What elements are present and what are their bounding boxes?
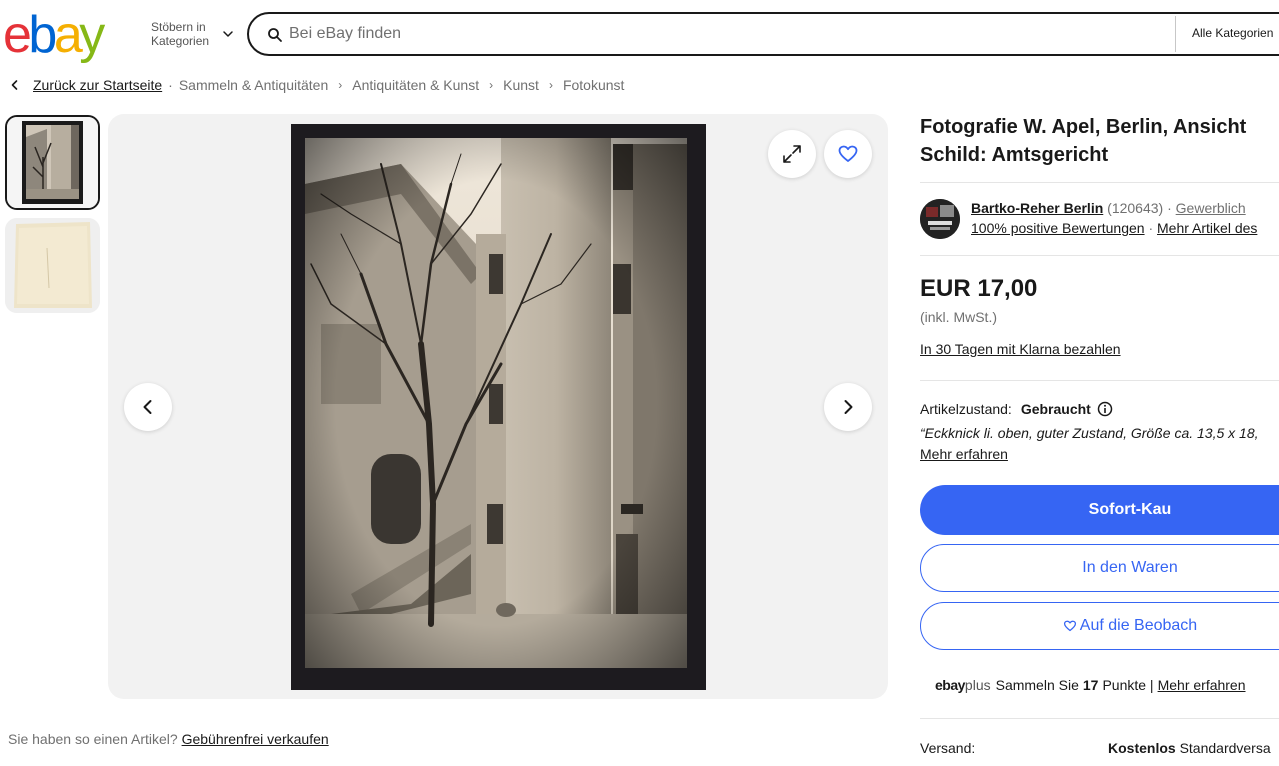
ebay-plus-row: ebay plus Sammeln Sie 17 Punkte | Mehr er… bbox=[935, 677, 1246, 693]
condition-row: Artikelzustand: Gebraucht bbox=[920, 401, 1113, 417]
thumbnail-image bbox=[7, 117, 98, 208]
shipping-value: Kostenlos Standardversa bbox=[1108, 740, 1271, 756]
chevron-down-icon[interactable] bbox=[222, 28, 234, 40]
chevron-right-icon: › bbox=[338, 78, 343, 92]
expand-icon bbox=[783, 145, 801, 163]
seller-links: 100% positive Bewertungen · Mehr Artikel… bbox=[971, 220, 1257, 236]
chevron-left-icon bbox=[143, 400, 152, 414]
ebay-plus-brand-plus: plus bbox=[964, 677, 991, 693]
condition-label: Artikelzustand: bbox=[920, 401, 1012, 417]
divider bbox=[920, 718, 1279, 719]
breadcrumb-back-link[interactable]: Zurück zur Startseite bbox=[33, 77, 162, 93]
shipping-method: Standardversa bbox=[1179, 740, 1271, 756]
seller-avatar[interactable] bbox=[920, 199, 960, 239]
divider bbox=[920, 255, 1279, 256]
ebay-plus-text-before: Sammeln Sie bbox=[995, 677, 1079, 693]
breadcrumb-item-kunst[interactable]: Kunst bbox=[503, 77, 539, 93]
condition-value: Gebraucht bbox=[1020, 401, 1091, 417]
ebay-logo[interactable]: ebay bbox=[3, 6, 105, 64]
seller-info: Bartko-Reher Berlin (120643) · Gewerblic… bbox=[971, 200, 1246, 216]
search-icon bbox=[268, 28, 282, 42]
condition-more-link[interactable]: Mehr erfahren bbox=[920, 446, 1008, 462]
ebay-plus-text-after: Punkte | bbox=[1102, 677, 1154, 693]
chevron-left-icon[interactable] bbox=[8, 78, 22, 92]
main-photo bbox=[291, 124, 706, 690]
main-image-viewer[interactable] bbox=[108, 114, 888, 699]
breadcrumb-item-fotokunst[interactable]: Fotokunst bbox=[563, 77, 624, 93]
seller-type-link[interactable]: Gewerblich bbox=[1176, 200, 1246, 216]
site-header: ebay Stöbern in Kategorien Alle Kategori… bbox=[0, 0, 1279, 68]
category-select[interactable]: Alle Kategorien bbox=[1192, 26, 1273, 40]
sell-prompt: Sie haben so einen Artikel? Gebührenfrei… bbox=[8, 731, 329, 747]
heart-icon bbox=[838, 145, 858, 162]
browse-label-line2: Kategorien bbox=[151, 34, 210, 48]
breadcrumb-dot: · bbox=[168, 77, 173, 93]
info-icon[interactable] bbox=[1097, 401, 1113, 417]
logo-letter-e: e bbox=[3, 6, 32, 64]
add-to-cart-button[interactable]: In den Waren bbox=[920, 544, 1279, 592]
listing-title-line1: Fotografie W. Apel, Berlin, Ansicht bbox=[920, 116, 1247, 138]
ebay-plus-more-link[interactable]: Mehr erfahren bbox=[1158, 677, 1246, 693]
avatar-image bbox=[920, 199, 960, 239]
seller-links-dot: · bbox=[1148, 220, 1154, 236]
divider bbox=[920, 380, 1279, 381]
seller-more-items-link[interactable]: Mehr Artikel des bbox=[1157, 220, 1257, 236]
ebay-plus-points: 17 bbox=[1082, 677, 1099, 693]
heart-icon bbox=[1063, 620, 1076, 632]
breadcrumb: Zurück zur Startseite · Sammeln & Antiqu… bbox=[8, 76, 624, 94]
watch-heart-button[interactable] bbox=[824, 130, 872, 178]
logo-letter-a: a bbox=[53, 6, 83, 64]
search-divider bbox=[1175, 16, 1176, 52]
logo-letter-b: b bbox=[28, 6, 57, 64]
klarna-link[interactable]: In 30 Tagen mit Klarna bezahlen bbox=[920, 341, 1121, 357]
chevron-right-icon bbox=[844, 400, 853, 414]
sell-free-link[interactable]: Gebührenfrei verkaufen bbox=[182, 731, 329, 747]
shipping-label: Versand: bbox=[920, 740, 976, 756]
seller-feedback-link[interactable]: 100% positive Bewertungen bbox=[971, 220, 1145, 236]
previous-image-button[interactable] bbox=[124, 383, 172, 431]
seller-name-link[interactable]: Bartko-Reher Berlin bbox=[971, 200, 1103, 216]
thumbnail-photo-front[interactable] bbox=[5, 115, 100, 210]
search-bar: Alle Kategorien bbox=[247, 12, 1279, 56]
chevron-right-icon: › bbox=[489, 78, 494, 92]
watch-button-label: Auf die Beobach bbox=[1079, 617, 1198, 634]
vat-note: (inkl. MwSt.) bbox=[920, 309, 997, 325]
breadcrumb-item-antiquitaeten[interactable]: Antiquitäten & Kunst bbox=[352, 77, 479, 93]
listing-title: Fotografie W. Apel, Berlin, Ansicht Schi… bbox=[920, 113, 1279, 169]
add-to-watchlist-button[interactable]: Auf die Beobach bbox=[920, 602, 1279, 650]
browse-label-line1: Stöbern in bbox=[151, 20, 206, 34]
seller-feedback-count: (120643) bbox=[1107, 200, 1164, 216]
ebay-plus-brand-ebay: ebay bbox=[935, 677, 965, 693]
expand-image-button[interactable] bbox=[768, 130, 816, 178]
next-image-button[interactable] bbox=[824, 383, 872, 431]
listing-title-line2: Schild: Amtsgericht bbox=[920, 144, 1109, 166]
sell-prompt-text: Sie haben so einen Artikel? bbox=[8, 731, 178, 747]
browse-categories-button[interactable]: Stöbern in Kategorien bbox=[151, 20, 209, 48]
search-input[interactable] bbox=[289, 22, 1159, 46]
logo-letter-y: y bbox=[79, 6, 105, 64]
breadcrumb-item-sammeln[interactable]: Sammeln & Antiquitäten bbox=[179, 77, 328, 93]
thumbnail-image bbox=[5, 218, 100, 313]
thumbnail-photo-back[interactable] bbox=[5, 218, 100, 313]
chevron-right-icon: › bbox=[548, 78, 553, 92]
seller-dot: · bbox=[1167, 200, 1172, 216]
price: EUR 17,00 bbox=[920, 275, 1038, 302]
shipping-free: Kostenlos bbox=[1108, 740, 1176, 756]
divider bbox=[920, 182, 1279, 183]
condition-description: “Eckknick li. oben, guter Zustand, Größe… bbox=[920, 425, 1259, 441]
buy-now-button[interactable]: Sofort-Kau bbox=[920, 485, 1279, 535]
